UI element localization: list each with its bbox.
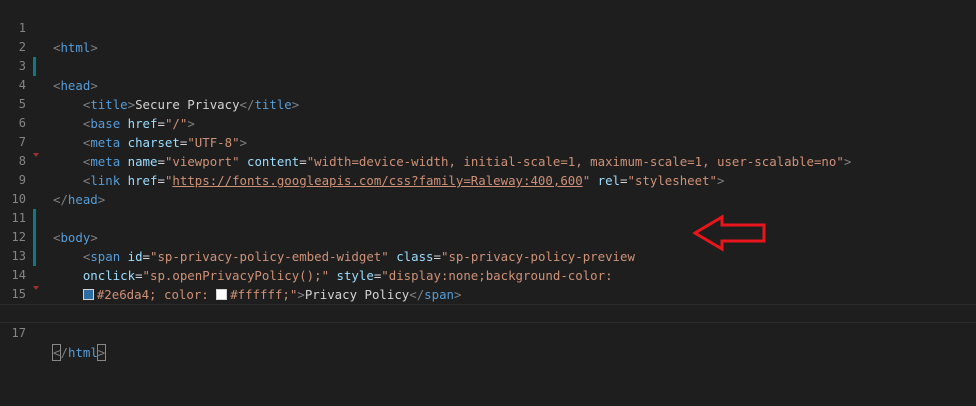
code-line[interactable]: 5 <base href="/">: [0, 76, 976, 131]
bracket-match: >: [96, 344, 107, 361]
annotation-arrow-icon: [692, 214, 766, 252]
code-line[interactable]: 7 <meta name="viewport" content="width=d…: [0, 114, 976, 169]
current-code-line[interactable]: 17 </html>: [0, 304, 976, 361]
code-line[interactable]: 4 <title>Secure Privacy</title>: [0, 57, 976, 112]
code-editor[interactable]: 1 <html> 2 3 <head> 4 <title>Secure Priv…: [0, 0, 976, 406]
code-line[interactable]: 14 #2e6da4; color: #ffffff;">Privacy Pol…: [0, 247, 976, 302]
code-line[interactable]: 11 <body>: [0, 190, 976, 245]
tag-name: html: [67, 345, 98, 360]
code-line[interactable]: 3 <head>: [0, 38, 976, 93]
code-line[interactable]: 9 </head>: [0, 152, 976, 207]
code-line[interactable]: 12 <span id="sp-privacy-policy-embed-wid…: [0, 209, 976, 264]
code-line[interactable]: 6 <meta charset="UTF-8">: [0, 95, 976, 150]
code-line[interactable]: 16: [0, 285, 976, 320]
code-line[interactable]: 13 onclick="sp.openPrivacyPolicy();" sty…: [0, 228, 976, 283]
code-line[interactable]: 1 <html>: [0, 0, 976, 55]
line-number: 17: [11, 326, 26, 340]
code-line[interactable]: 8 <link href="https://fonts.googleapis.c…: [0, 133, 976, 188]
code-line[interactable]: 2: [0, 19, 976, 54]
code-line[interactable]: 10: [0, 171, 976, 206]
code-line[interactable]: 15 </body>: [0, 266, 976, 321]
